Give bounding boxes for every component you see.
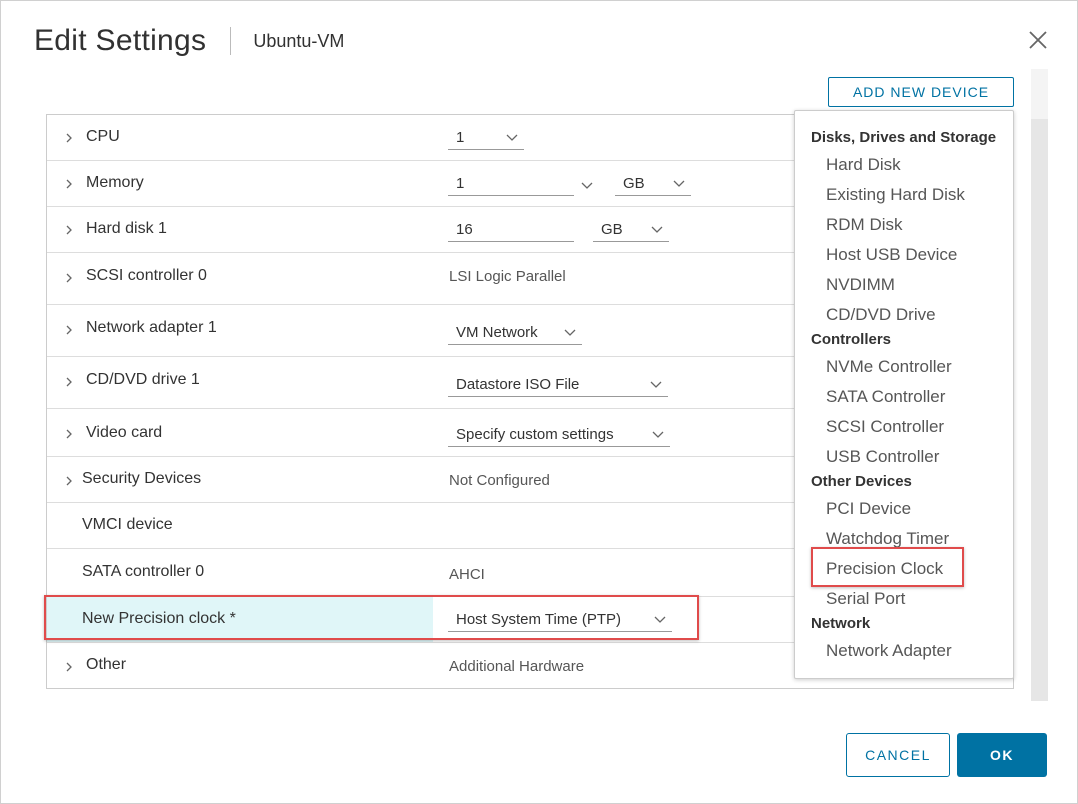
memory-unit-value: GB xyxy=(623,175,645,192)
dialog-title: Edit Settings xyxy=(34,24,207,57)
memory-input-value: 1 xyxy=(456,175,465,192)
security-devices-value: Not Configured xyxy=(449,472,550,489)
chevron-down-icon xyxy=(564,329,576,336)
hard-disk-size-value: 16 xyxy=(456,221,473,238)
video-card-select-value: Specify custom settings xyxy=(456,426,614,443)
menu-group-controllers: Controllers xyxy=(811,331,892,348)
cancel-button[interactable]: CANCEL xyxy=(846,733,950,777)
scrollbar-thumb[interactable] xyxy=(1031,69,1048,119)
menu-item-serial-port[interactable]: Serial Port xyxy=(826,589,905,609)
row-label-network-adapter: Network adapter 1 xyxy=(86,319,217,336)
row-label-other: Other xyxy=(86,656,127,673)
other-value: Additional Hardware xyxy=(449,658,585,675)
row-label-vmci-device: VMCI device xyxy=(82,516,173,533)
close-icon[interactable] xyxy=(1025,27,1051,53)
chevron-down-icon xyxy=(650,381,662,388)
menu-item-usb-controller[interactable]: USB Controller xyxy=(826,447,939,467)
row-label-security-devices: Security Devices xyxy=(82,470,202,487)
menu-group-other-devices: Other Devices xyxy=(811,473,912,490)
row-label-scsi-controller: SCSI controller 0 xyxy=(86,267,207,284)
vm-name: Ubuntu-VM xyxy=(253,30,345,51)
network-select-value: VM Network xyxy=(456,324,538,341)
chevron-right-icon[interactable] xyxy=(64,133,74,143)
add-device-menu: Disks, Drives and Storage Hard Disk Exis… xyxy=(794,110,1014,679)
title-separator xyxy=(230,27,232,55)
network-select[interactable]: VM Network xyxy=(448,321,582,345)
cddvd-select-value: Datastore ISO File xyxy=(456,376,580,393)
menu-item-host-usb-device[interactable]: Host USB Device xyxy=(826,245,957,265)
memory-unit-select[interactable]: GB xyxy=(615,172,691,196)
hard-disk-unit-select[interactable]: GB xyxy=(593,218,669,242)
memory-input[interactable]: 1 xyxy=(448,172,574,196)
menu-item-pci-device[interactable]: PCI Device xyxy=(826,499,911,519)
chevron-down-icon xyxy=(651,226,663,233)
video-card-select[interactable]: Specify custom settings xyxy=(448,423,670,447)
precision-clock-callout xyxy=(44,595,699,640)
cpu-select-value: 1 xyxy=(456,129,465,146)
scrollbar[interactable] xyxy=(1031,69,1048,701)
hard-disk-unit-value: GB xyxy=(601,221,623,238)
row-label-cddvd-drive: CD/DVD drive 1 xyxy=(86,371,200,388)
chevron-right-icon[interactable] xyxy=(64,662,74,672)
edit-settings-dialog: Edit Settings Ubuntu-VM ADD NEW DEVICE C… xyxy=(0,0,1078,804)
chevron-right-icon[interactable] xyxy=(64,429,74,439)
chevron-right-icon[interactable] xyxy=(64,179,74,189)
chevron-right-icon[interactable] xyxy=(64,377,74,387)
scsi-controller-value: LSI Logic Parallel xyxy=(449,268,566,285)
cddvd-select[interactable]: Datastore ISO File xyxy=(448,373,668,397)
hard-disk-size-input[interactable]: 16 xyxy=(448,218,574,242)
chevron-down-icon xyxy=(506,134,518,141)
menu-item-network-adapter[interactable]: Network Adapter xyxy=(826,641,952,661)
add-new-device-button[interactable]: ADD NEW DEVICE xyxy=(828,77,1014,107)
row-label-memory: Memory xyxy=(86,174,144,191)
cpu-select[interactable]: 1 xyxy=(448,126,524,150)
menu-item-nvdimm[interactable]: NVDIMM xyxy=(826,275,895,295)
chevron-down-icon[interactable] xyxy=(581,180,593,190)
menu-item-scsi-controller[interactable]: SCSI Controller xyxy=(826,417,944,437)
row-label-sata-controller: SATA controller 0 xyxy=(82,563,205,580)
sata-controller-value: AHCI xyxy=(449,566,485,583)
menu-item-sata-controller[interactable]: SATA Controller xyxy=(826,387,945,407)
row-label-hard-disk: Hard disk 1 xyxy=(86,220,167,237)
menu-group-storage: Disks, Drives and Storage xyxy=(811,129,997,146)
menu-item-nvme-controller[interactable]: NVMe Controller xyxy=(826,357,952,377)
chevron-down-icon xyxy=(652,431,664,438)
ok-button[interactable]: OK xyxy=(957,733,1047,777)
menu-item-existing-hard-disk[interactable]: Existing Hard Disk xyxy=(826,185,965,205)
chevron-right-icon[interactable] xyxy=(64,225,74,235)
chevron-right-icon[interactable] xyxy=(64,476,74,486)
menu-item-rdm-disk[interactable]: RDM Disk xyxy=(826,215,903,235)
chevron-right-icon[interactable] xyxy=(64,325,74,335)
menu-item-watchdog-timer[interactable]: Watchdog Timer xyxy=(826,529,949,549)
dialog-header: Edit Settings Ubuntu-VM xyxy=(34,21,344,61)
menu-item-cddvd-drive[interactable]: CD/DVD Drive xyxy=(826,305,936,325)
row-label-video-card: Video card xyxy=(86,424,163,441)
row-label-cpu: CPU xyxy=(86,128,120,145)
menu-group-network: Network xyxy=(811,615,871,632)
menu-item-hard-disk[interactable]: Hard Disk xyxy=(826,155,901,175)
chevron-down-icon xyxy=(673,180,685,187)
precision-clock-menu-callout xyxy=(811,547,964,587)
chevron-right-icon[interactable] xyxy=(64,273,74,283)
